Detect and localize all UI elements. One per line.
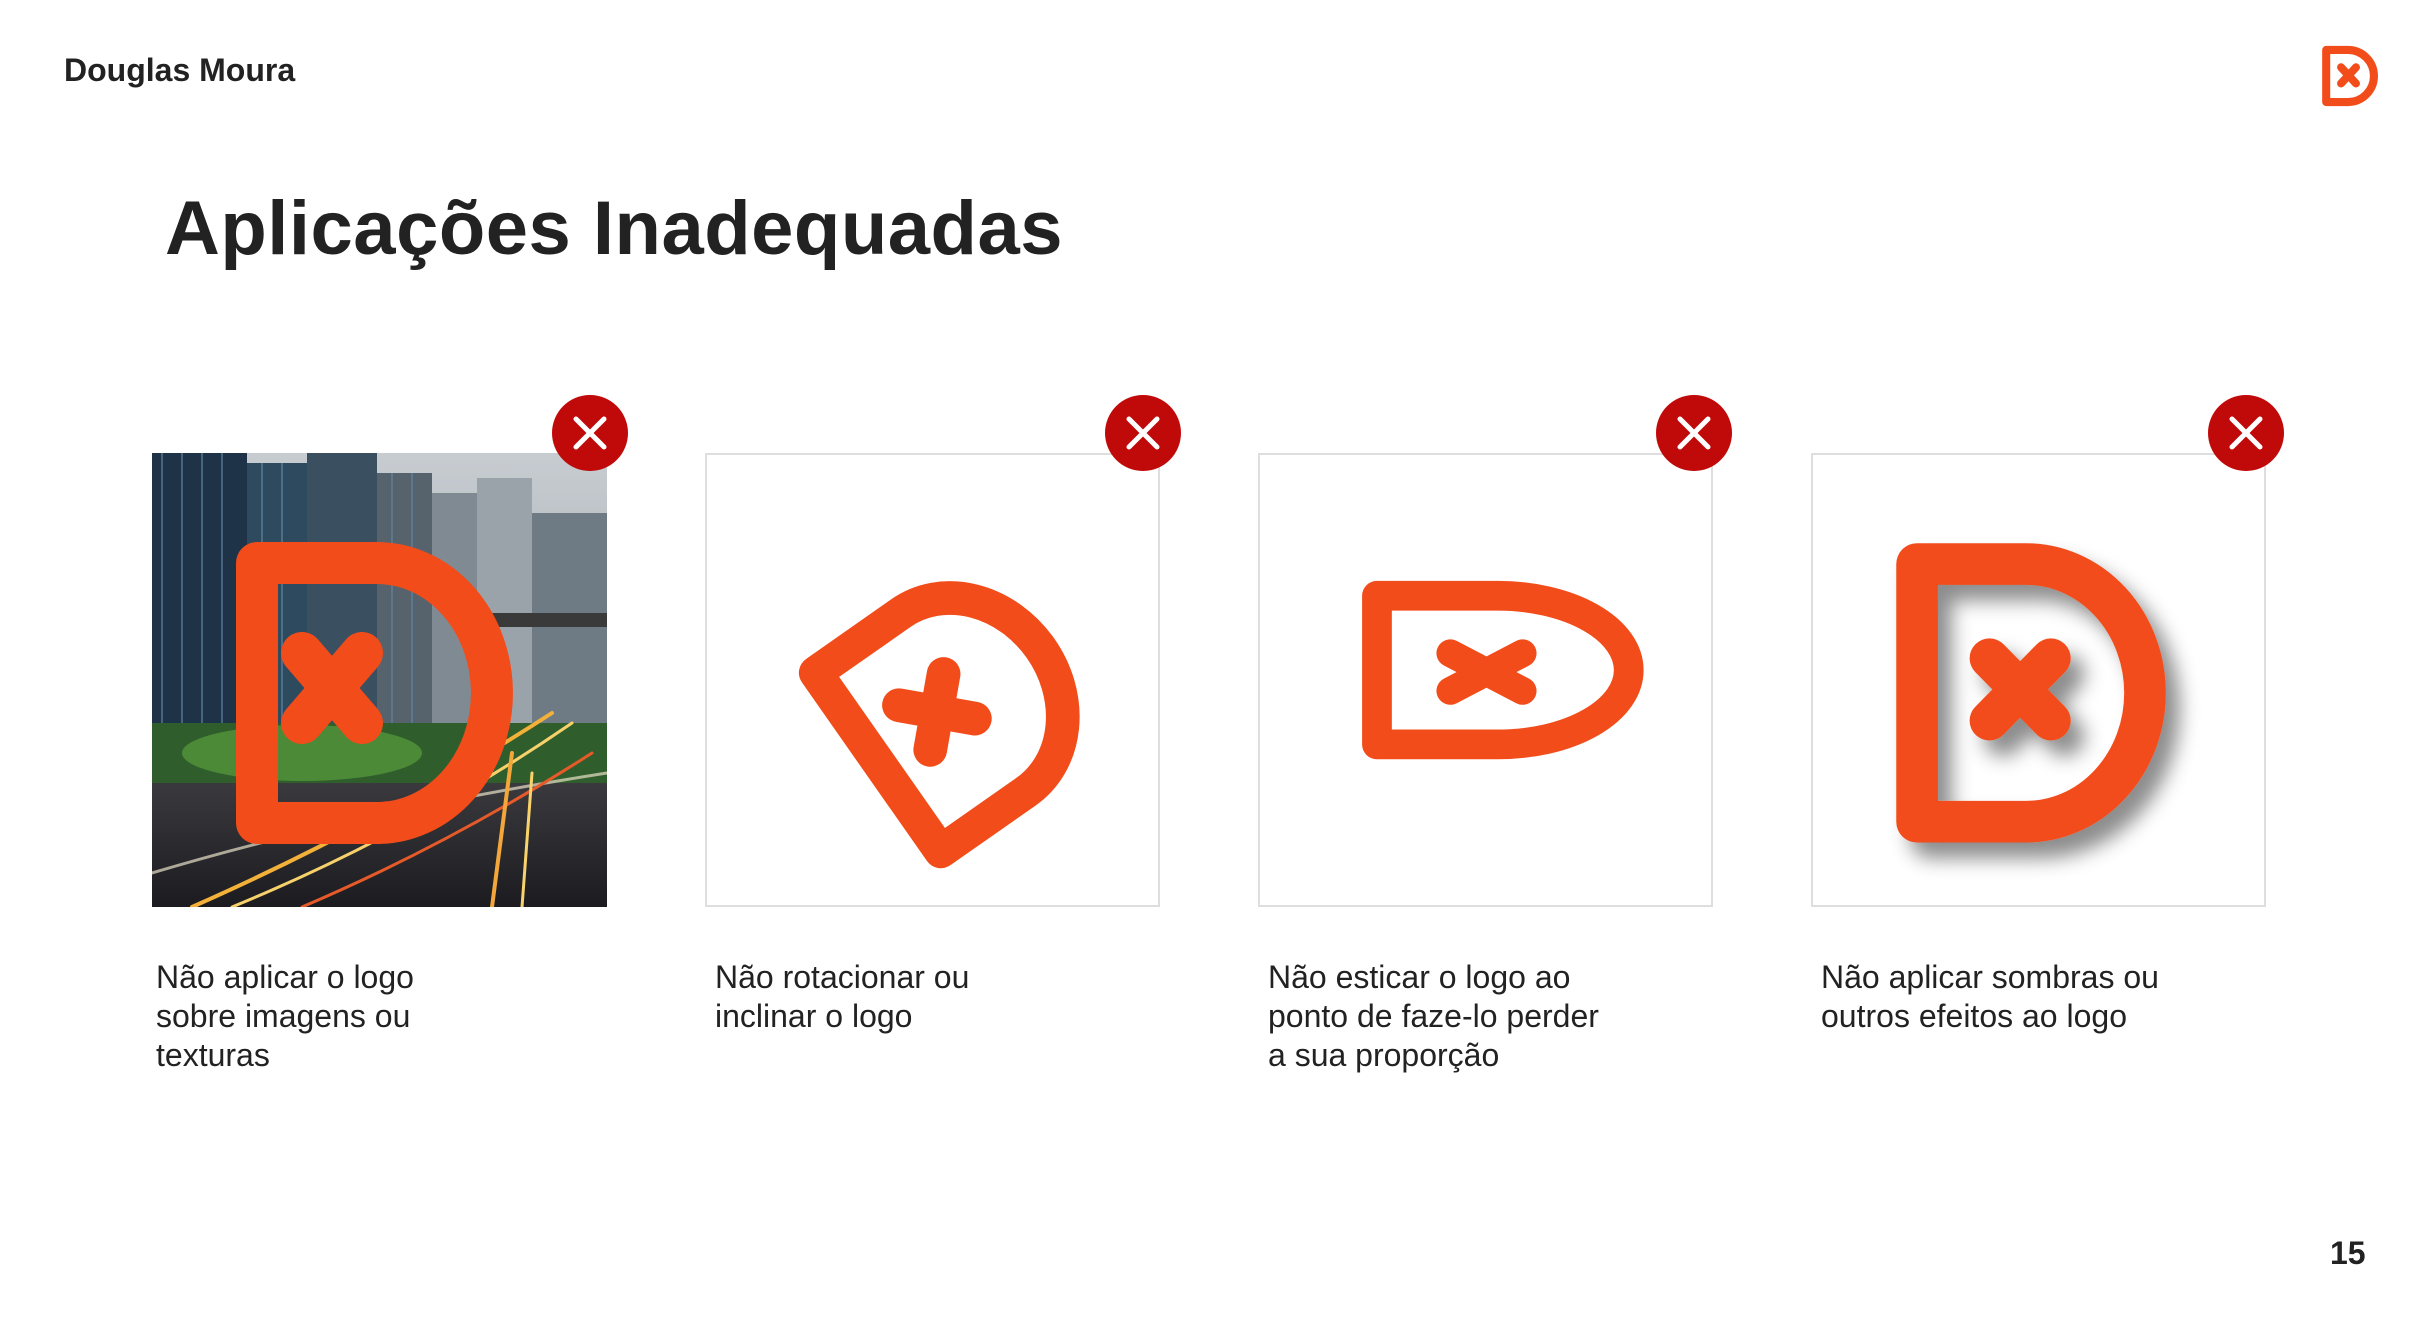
error-badge-icon xyxy=(552,395,628,471)
example-card-stretched xyxy=(1258,453,1713,907)
example-caption: Não esticar o logo ao ponto de faze-lo p… xyxy=(1268,959,1599,1073)
error-badge-icon xyxy=(1656,395,1732,471)
brand-name: Douglas Moura xyxy=(64,52,296,88)
example-card-shadow xyxy=(1811,453,2266,907)
example-caption: Não aplicar sombras ou outros efeitos ao… xyxy=(1821,959,2159,1034)
shadowed-logo-icon xyxy=(1896,543,2166,843)
brand-logo-on-image xyxy=(236,542,513,844)
example-card-photo xyxy=(152,453,607,907)
example-caption: Não rotacionar ou inclinar o logo xyxy=(715,959,970,1034)
stretched-logo-icon xyxy=(1362,580,1644,760)
error-badge-icon xyxy=(2208,395,2284,471)
rotated-logo-icon xyxy=(798,581,1080,869)
page-title: Aplicações Inadequadas xyxy=(165,186,1063,271)
example-card-rotated xyxy=(705,453,1160,907)
brand-logo-icon xyxy=(2322,45,2378,107)
example-caption: Não aplicar o logo sobre imagens ou text… xyxy=(156,959,414,1073)
error-badge-icon xyxy=(1105,395,1181,471)
page-number: 15 xyxy=(2330,1235,2366,1271)
